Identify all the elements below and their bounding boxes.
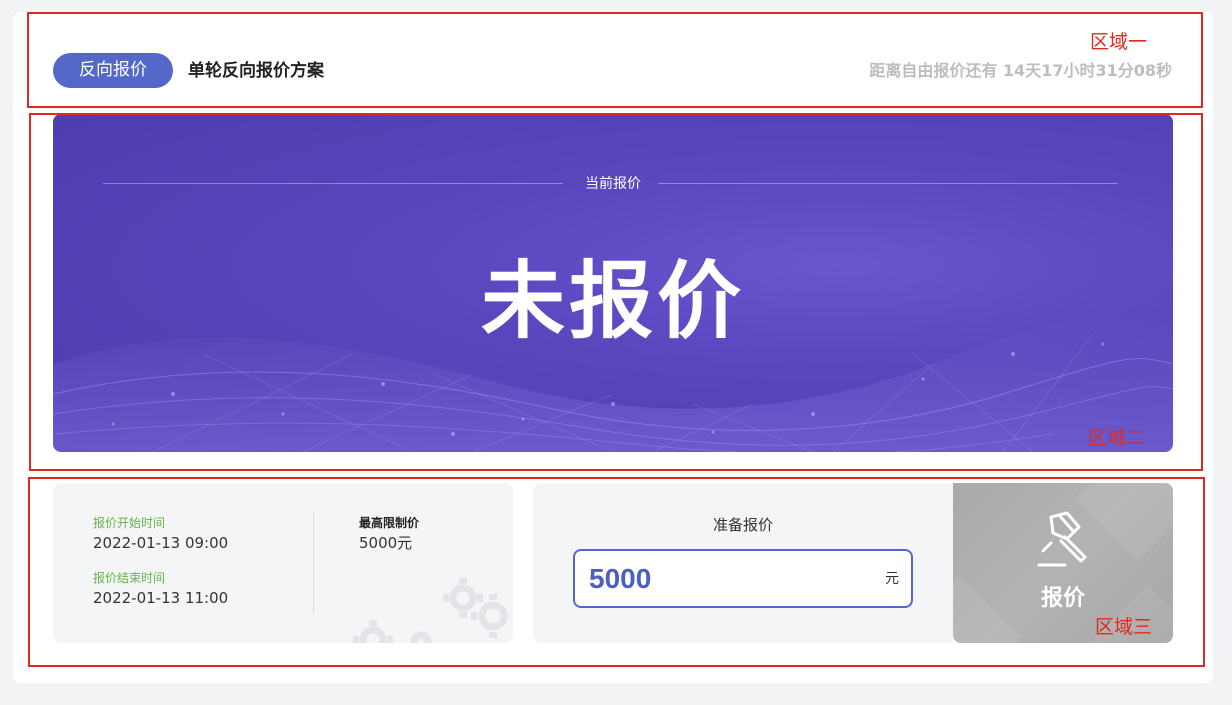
region-three-label: 区域三 bbox=[1095, 616, 1153, 638]
region-two-label: 区域二 bbox=[1088, 427, 1146, 449]
region-one-label: 区域一 bbox=[1090, 31, 1148, 53]
region-two-frame bbox=[29, 113, 1203, 471]
region-one-frame bbox=[27, 12, 1203, 108]
region-three-frame bbox=[28, 477, 1205, 667]
